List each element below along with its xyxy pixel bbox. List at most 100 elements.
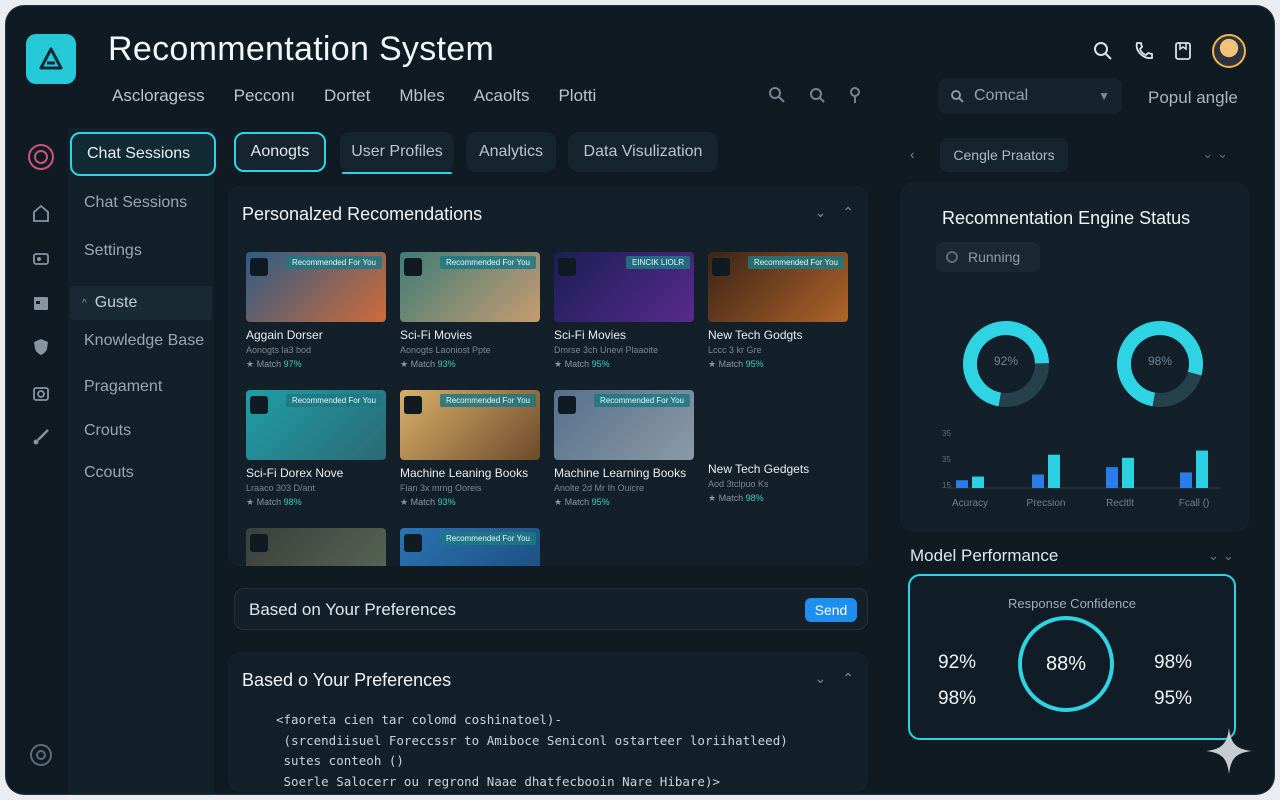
code-text: Soerle Salocerr ou regrond Naae dhatfecb… — [276, 773, 721, 789]
right-panel-header: ‹ Cengle Praators ⌄⌄ — [906, 138, 1250, 174]
top-nav-item[interactable]: Mbles — [399, 86, 444, 106]
recommendation-thumbnail[interactable]: Recommended For You — [246, 252, 386, 322]
sidebar-item-knowledge-base[interactable]: Knowledge Base — [84, 332, 204, 350]
engine-chip[interactable]: Cengle Praators — [940, 138, 1068, 172]
match-percent: 93% — [437, 359, 456, 369]
recommendation-thumbnail[interactable]: Recommended For You — [708, 252, 848, 322]
app-title: Recommentation System — [108, 30, 495, 68]
confidence-value: 88% — [1045, 652, 1087, 675]
media-type-icon — [250, 534, 268, 552]
icon-rail — [6, 128, 68, 794]
recommendation-card[interactable]: Recommended For You — [400, 528, 540, 566]
match-label: Match — [410, 359, 436, 369]
recommendation-card[interactable]: Recommended For You Machine Leaning Books… — [400, 390, 540, 508]
brush-icon[interactable] — [26, 422, 56, 452]
tab-data-visualization[interactable]: Data Visulization — [568, 132, 718, 172]
sidebar-item-chat-sessions-active[interactable]: Chat Sessions — [70, 132, 216, 176]
match-label: Match — [718, 359, 744, 369]
search-combo[interactable]: Comcal ▼ — [938, 78, 1122, 114]
send-button[interactable]: Send — [805, 598, 857, 622]
tab-aonogts[interactable]: Aonogts — [234, 132, 326, 172]
top-nav-item[interactable]: Dortet — [324, 86, 370, 106]
match-label: Match — [256, 497, 282, 507]
card-subtitle: Aonogts la3 bod — [246, 345, 312, 355]
zoom-icon[interactable] — [808, 86, 826, 104]
chevron-up-icon[interactable]: ⌃ — [842, 204, 854, 221]
top-nav-item[interactable]: Ascloragess — [112, 86, 205, 106]
recommendation-card[interactable]: Recommended For You Sci-Fi Dorex Nove Lraa… — [246, 390, 386, 508]
recommendation-card[interactable] — [246, 528, 386, 566]
search-icon[interactable] — [1092, 40, 1114, 62]
phone-icon[interactable] — [1132, 40, 1154, 62]
code-text: (srcendiisuel Foreccssr to Amiboce Senic… — [276, 732, 788, 748]
sidebar-item-label: Guste — [94, 294, 138, 311]
chevron-up-icon[interactable]: ⌃ — [842, 670, 854, 687]
top-nav-item[interactable]: Acaolts — [474, 86, 530, 106]
recommended-badge: Recommended For You — [439, 532, 536, 545]
tab-analytics[interactable]: Analytics — [466, 132, 556, 172]
preferences-input[interactable] — [249, 597, 789, 623]
confidence-title: Response Confidence — [1008, 596, 1136, 611]
settings-icon[interactable] — [26, 740, 56, 770]
chevron-down-icon[interactable]: ⌄⌄ — [1202, 146, 1232, 162]
popular-label[interactable]: Popul angle — [1148, 88, 1238, 108]
users-icon[interactable] — [26, 244, 56, 274]
chevron-down-icon[interactable]: ⌄⌄ — [1208, 548, 1238, 564]
sidebar-item-crouts[interactable]: Crouts — [84, 422, 131, 440]
sidebar-item-pragament[interactable]: Pragament — [84, 378, 162, 396]
shield-icon[interactable] — [26, 332, 56, 362]
calendar-icon[interactable] — [26, 288, 56, 318]
search-icon[interactable] — [768, 86, 786, 104]
metrics-bar-chart: 35 35 15Acuracy Precsion Recltlt Fcall () — [942, 429, 1220, 509]
tab-user-profiles[interactable]: User Profiles — [340, 132, 454, 174]
recommendation-card[interactable]: EINCIK LIOLR Sci-Fi Movies Dmrse 3ch Unevi… — [554, 252, 694, 370]
chevron-down-icon[interactable]: ⌄ — [815, 670, 827, 687]
recommendation-card[interactable]: New Tech Gedgets Aod 3tclpuo Ks ★ Match 98… — [708, 456, 848, 504]
match-label: Match — [564, 497, 590, 507]
app-window: Recommentation System Ascloragess Peccon… — [6, 6, 1274, 794]
recommendation-card[interactable]: Recommended For You New Tech Godgts Lccc 3… — [708, 252, 848, 370]
chevron-down-icon[interactable]: ⌄ — [815, 204, 827, 221]
panel-controls: ⌄ ⌃ — [815, 670, 854, 687]
top-nav-item[interactable]: Plotti — [558, 86, 596, 106]
user-avatar[interactable] — [1212, 34, 1246, 68]
match-label: Match — [410, 497, 436, 507]
card-title: Aggain Dorser — [246, 328, 323, 342]
recommendation-thumbnail[interactable] — [246, 528, 386, 566]
preferences-title: Based o Your Preferences — [242, 670, 452, 690]
recommendation-thumbnail[interactable]: Recommended For You — [554, 390, 694, 460]
camera-icon[interactable] — [26, 378, 56, 408]
match-percent: 98% — [283, 497, 302, 507]
recommendation-card[interactable]: Recommended For You Aggain Dorser Aonogts … — [246, 252, 386, 370]
status-dot-icon — [946, 251, 958, 263]
recommendations-panel: Personalzed Recomendations ⌄ ⌃ Recommend… — [228, 186, 868, 566]
sidebar: Chat Sessions Chat Sessions Settings ^ G… — [68, 128, 216, 794]
sidebar-item-settings[interactable]: Settings — [84, 242, 142, 260]
logo-icon — [39, 47, 63, 70]
recommendation-thumbnail[interactable]: Recommended For You — [246, 390, 386, 460]
metric-value: 95% — [1154, 688, 1193, 709]
chevron-left-icon[interactable]: ‹ — [910, 146, 915, 162]
recommendation-card[interactable]: Recommended For You Sci-Fi Movies Aonogts … — [400, 252, 540, 370]
recommendation-thumbnail[interactable]: EINCIK LIOLR — [554, 252, 694, 322]
top-nav-item[interactable]: Pecconı‌ — [234, 86, 295, 106]
recommendation-card[interactable]: Recommended For You Machine Learning Book… — [554, 390, 694, 508]
y-tick-label: 15 — [942, 481, 951, 490]
sidebar-item-guste[interactable]: ^ Guste — [70, 286, 212, 320]
bot-icon[interactable] — [26, 142, 56, 172]
pin-icon[interactable] — [848, 86, 862, 104]
sidebar-item-chat-sessions[interactable]: Chat Sessions — [84, 194, 187, 212]
preferences-code: <faoreta cien tar colomd coshinatoel)- (… — [276, 710, 788, 792]
app-logo[interactable] — [26, 34, 76, 84]
media-type-icon — [558, 258, 576, 276]
recommendation-thumbnail[interactable]: Recommended For You — [400, 528, 540, 566]
home-icon[interactable] — [26, 198, 56, 228]
recommendation-thumbnail[interactable]: Recommended For You — [400, 252, 540, 322]
sidebar-item-ccouts[interactable]: Ccouts — [84, 464, 134, 482]
header-icons — [1092, 34, 1246, 68]
card-icon[interactable] — [1172, 40, 1194, 62]
code-text: sutes conteoh () — [276, 753, 404, 768]
match-percent: 97% — [283, 359, 302, 369]
media-type-icon — [404, 396, 422, 414]
recommendation-thumbnail[interactable]: Recommended For You — [400, 390, 540, 460]
